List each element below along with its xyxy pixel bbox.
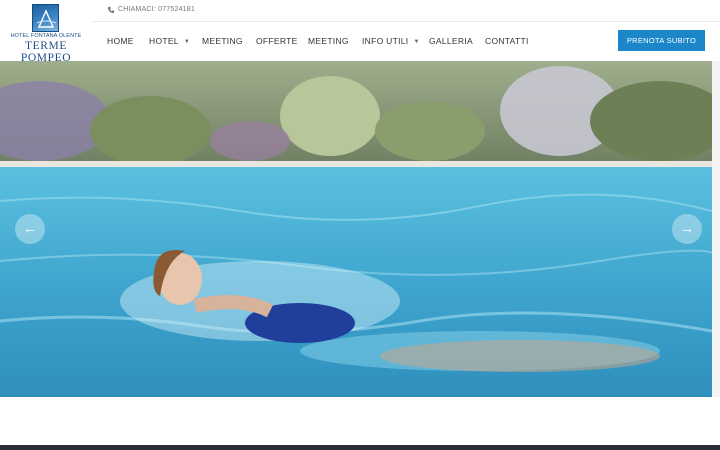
nav-item-hotel[interactable]: HOTEL ▼ — [149, 36, 190, 46]
nav-item-label: HOME — [107, 36, 134, 46]
nav-item-label: HOTEL — [149, 36, 179, 46]
nav-item-info-utili[interactable]: INFO UTILI ▼ — [362, 36, 420, 46]
logo-mark-icon — [32, 4, 59, 32]
chevron-down-icon: ▼ — [183, 39, 191, 45]
book-now-button[interactable]: PRENOTA SUBITO — [618, 30, 705, 51]
nav-item-offerte[interactable]: OFFERTE — [256, 36, 298, 46]
nav-item-label: INFO UTILI — [362, 36, 409, 46]
chevron-down-icon: ▼ — [413, 39, 420, 45]
arrow-left-icon[interactable]: ← — [15, 214, 45, 244]
nav-item-home[interactable]: HOME — [107, 36, 134, 46]
scrollbar[interactable] — [712, 61, 720, 397]
arrow-right-icon[interactable]: → — [672, 214, 702, 244]
nav-item-label: GALLERIA — [429, 36, 473, 46]
nav-item-label: MEETING — [202, 36, 243, 46]
top-bar: CHIAMACI: 077524181 — [92, 0, 720, 22]
nav-item-meeting-2[interactable]: MEETING — [308, 36, 349, 46]
nav-item-label: CONTATTI — [485, 36, 529, 46]
nav-item-label: MEETING — [308, 36, 349, 46]
footer-strip — [0, 445, 720, 450]
nav-item-galleria[interactable]: GALLERIA — [429, 36, 473, 46]
hero-slider: ← → — [0, 61, 712, 397]
logo-subtitle: HOTEL FONTANA OLENTE — [10, 33, 82, 39]
nav-item-label: OFFERTE — [256, 36, 298, 46]
phone-number[interactable]: CHIAMACI: 077524181 — [118, 6, 195, 13]
phone-icon — [107, 6, 115, 14]
nav-item-contatti[interactable]: CONTATTI — [485, 36, 529, 46]
site-header: HOTEL FONTANA OLENTE TERME POMPEO CHIAMA… — [0, 0, 720, 64]
hero-image — [0, 61, 712, 397]
logo[interactable]: HOTEL FONTANA OLENTE TERME POMPEO — [0, 0, 92, 64]
nav-item-meeting[interactable]: MEETING — [202, 36, 243, 46]
